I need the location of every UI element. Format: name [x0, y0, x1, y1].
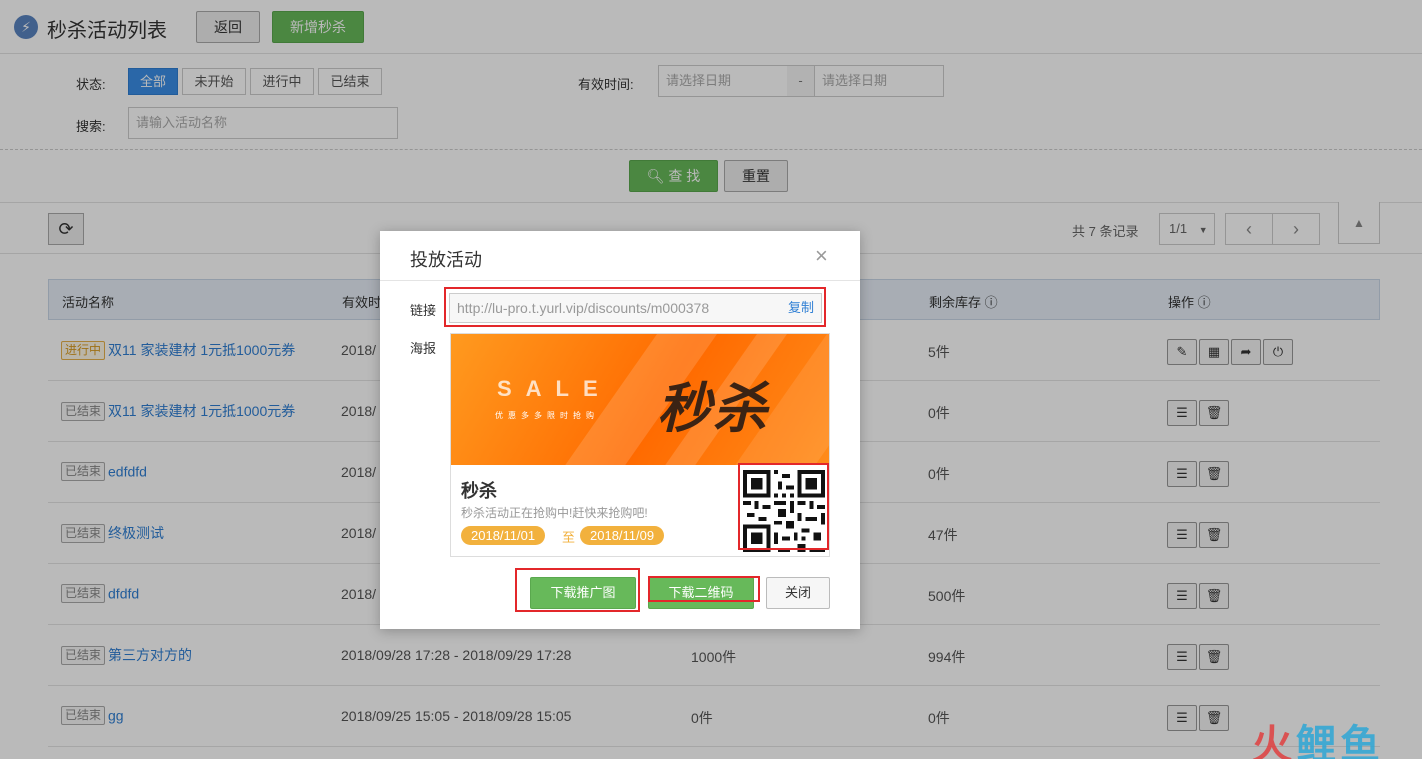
watermark-part-1: 火 [1252, 723, 1296, 759]
watermark-logo: 火鲤鱼 [1252, 712, 1384, 759]
promote-activity-modal: 投放活动 × 链接 http://lu-pro.t.yurl.vip/disco… [380, 231, 860, 629]
poster-activity-name: 秒杀 [461, 481, 497, 501]
modal-title: 投放活动 [410, 250, 482, 270]
highlight-box-download-poster [515, 568, 640, 612]
highlight-box-download-qr [648, 576, 760, 602]
poster-banner: SALE 优惠多多限时抢购 秒杀 [451, 334, 829, 465]
watermark-part-2: 鲤 [1296, 723, 1340, 759]
poster-date-to: 至 [562, 530, 576, 545]
poster-sale-subtitle: 优惠多多限时抢购 [495, 411, 599, 420]
highlight-box-link [444, 287, 826, 327]
watermark-part-3: 鱼 [1340, 723, 1384, 759]
poster-big-title: 秒杀 [657, 379, 769, 439]
poster-start-date: 2018/11/01 [461, 526, 546, 545]
close-icon[interactable]: × [815, 243, 828, 269]
poster-end-date: 2018/11/09 [580, 526, 665, 545]
modal-divider [380, 280, 860, 281]
link-label: 链接 [410, 303, 437, 318]
poster-sale-text: SALE [497, 376, 612, 401]
poster-description: 秒杀活动正在抢购中!赶快来抢购吧! [461, 506, 648, 520]
close-button[interactable]: 关闭 [766, 577, 830, 609]
poster-label: 海报 [410, 341, 437, 356]
highlight-box-qr [738, 463, 829, 550]
